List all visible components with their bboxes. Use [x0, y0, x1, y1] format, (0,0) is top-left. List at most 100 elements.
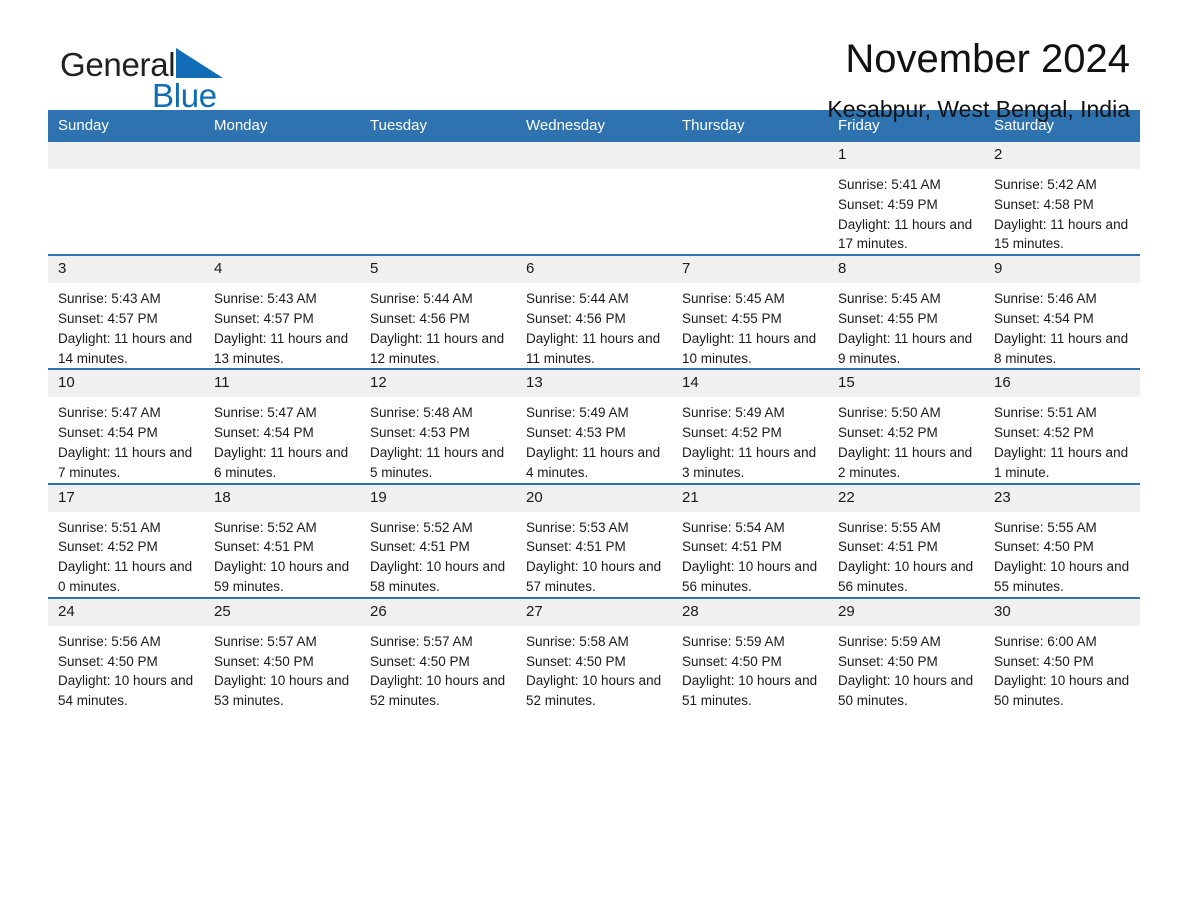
sunset-text: Sunset: 4:54 PM — [58, 425, 158, 441]
calendar-empty-cell — [360, 142, 516, 255]
general-blue-logo[interactable]: General Blue — [60, 48, 320, 126]
day-cell-inner: 10 Sunrise: 5:47 AM Sunset: 4:54 PM Dayligh… — [48, 370, 204, 483]
calendar-day-cell[interactable]: 16 Sunrise: 5:51 AM Sunset: 4:52 PM Dayligh… — [984, 368, 1140, 484]
day-cell-inner: 13 Sunrise: 5:49 AM Sunset: 4:53 PM Dayligh… — [516, 370, 672, 483]
sunset-text: Sunset: 4:55 PM — [838, 310, 938, 326]
day-number: 19 — [360, 484, 516, 512]
calendar-day-cell[interactable]: 17 Sunrise: 5:51 AM Sunset: 4:52 PM Dayligh… — [48, 482, 204, 598]
calendar-day-cell[interactable]: 28 Sunrise: 5:59 AM Sunset: 4:50 PM Dayligh… — [672, 596, 828, 711]
daylight-text: Daylight: 11 hours and 2 minutes. — [838, 444, 973, 480]
day-number — [516, 142, 672, 169]
day-details: Sunrise: 5:43 AM Sunset: 4:57 PM Daylight:… — [48, 283, 204, 368]
calendar-day-cell[interactable]: 4 Sunrise: 5:43 AM Sunset: 4:57 PM Daylight… — [204, 254, 360, 370]
calendar-day-cell[interactable]: 10 Sunrise: 5:47 AM Sunset: 4:54 PM Dayligh… — [48, 368, 204, 484]
calendar-empty-cell — [672, 142, 828, 255]
calendar-day-cell[interactable]: 6 Sunrise: 5:44 AM Sunset: 4:56 PM Daylight… — [516, 254, 672, 370]
calendar-day-cell[interactable]: 21 Sunrise: 5:54 AM Sunset: 4:51 PM Dayligh… — [672, 482, 828, 598]
day-cell-inner: 21 Sunrise: 5:54 AM Sunset: 4:51 PM Dayligh… — [672, 484, 828, 597]
day-cell-inner: 14 Sunrise: 5:49 AM Sunset: 4:52 PM Dayligh… — [672, 370, 828, 483]
sunrise-text: Sunrise: 5:49 AM — [526, 405, 629, 421]
day-number: 5 — [360, 256, 516, 284]
day-cell-inner: 3 Sunrise: 5:43 AM Sunset: 4:57 PM Daylight… — [48, 256, 204, 369]
calendar-day-cell[interactable]: 11 Sunrise: 5:47 AM Sunset: 4:54 PM Dayligh… — [204, 368, 360, 484]
day-cell-inner: 16 Sunrise: 5:51 AM Sunset: 4:52 PM Dayligh… — [984, 370, 1140, 483]
sunrise-text: Sunrise: 5:44 AM — [370, 291, 473, 307]
sunset-text: Sunset: 4:50 PM — [58, 653, 158, 669]
calendar-week-row: 1 Sunrise: 5:41 AM Sunset: 4:59 PM Daylight… — [48, 142, 1140, 255]
daylight-text: Daylight: 11 hours and 12 minutes. — [370, 330, 505, 366]
day-cell-inner: 28 Sunrise: 5:59 AM Sunset: 4:50 PM Dayligh… — [672, 598, 828, 711]
calendar-day-cell[interactable]: 14 Sunrise: 5:49 AM Sunset: 4:52 PM Dayligh… — [672, 368, 828, 484]
day-details: Sunrise: 5:47 AM Sunset: 4:54 PM Daylight:… — [48, 397, 204, 482]
sunset-text: Sunset: 4:51 PM — [838, 539, 938, 555]
page-subtitle: Kesabpur, West Bengal, India — [827, 96, 1130, 122]
day-cell-inner: 27 Sunrise: 5:58 AM Sunset: 4:50 PM Dayligh… — [516, 598, 672, 711]
day-number — [204, 142, 360, 169]
day-number: 26 — [360, 598, 516, 626]
daylight-text: Daylight: 11 hours and 8 minutes. — [994, 330, 1129, 366]
sunrise-text: Sunrise: 5:49 AM — [682, 405, 785, 421]
day-cell-inner: 26 Sunrise: 5:57 AM Sunset: 4:50 PM Dayligh… — [360, 598, 516, 711]
day-cell-inner: 1 Sunrise: 5:41 AM Sunset: 4:59 PM Daylight… — [828, 142, 984, 255]
daylight-text: Daylight: 10 hours and 56 minutes. — [682, 559, 818, 594]
calendar-day-cell[interactable]: 9 Sunrise: 5:46 AM Sunset: 4:54 PM Daylight… — [984, 254, 1140, 370]
sunrise-text: Sunrise: 5:53 AM — [526, 519, 629, 535]
day-details: Sunrise: 5:49 AM Sunset: 4:53 PM Daylight:… — [516, 397, 672, 482]
calendar-day-cell[interactable]: 27 Sunrise: 5:58 AM Sunset: 4:50 PM Dayligh… — [516, 596, 672, 711]
sunset-text: Sunset: 4:50 PM — [838, 653, 938, 669]
calendar-day-cell[interactable]: 3 Sunrise: 5:43 AM Sunset: 4:57 PM Daylight… — [48, 254, 204, 370]
day-cell-inner: 29 Sunrise: 5:59 AM Sunset: 4:50 PM Dayligh… — [828, 598, 984, 711]
day-details: Sunrise: 5:52 AM Sunset: 4:51 PM Daylight:… — [204, 512, 360, 597]
day-number: 14 — [672, 370, 828, 398]
calendar-day-cell[interactable]: 5 Sunrise: 5:44 AM Sunset: 4:56 PM Daylight… — [360, 254, 516, 370]
calendar-day-cell[interactable]: 23 Sunrise: 5:55 AM Sunset: 4:50 PM Dayligh… — [984, 482, 1140, 598]
sunrise-text: Sunrise: 5:47 AM — [214, 405, 317, 421]
day-details: Sunrise: 5:51 AM Sunset: 4:52 PM Daylight:… — [984, 397, 1140, 482]
day-number: 3 — [48, 256, 204, 284]
sunrise-text: Sunrise: 5:45 AM — [682, 291, 785, 307]
day-details: Sunrise: 5:45 AM Sunset: 4:55 PM Daylight:… — [828, 283, 984, 368]
day-cell-inner: 19 Sunrise: 5:52 AM Sunset: 4:51 PM Dayligh… — [360, 484, 516, 597]
calendar-day-cell[interactable]: 15 Sunrise: 5:50 AM Sunset: 4:52 PM Dayligh… — [828, 368, 984, 484]
calendar-day-cell[interactable]: 1 Sunrise: 5:41 AM Sunset: 4:59 PM Daylight… — [828, 142, 984, 255]
day-details: Sunrise: 5:44 AM Sunset: 4:56 PM Daylight:… — [360, 283, 516, 368]
day-number: 30 — [984, 598, 1140, 626]
day-number: 22 — [828, 484, 984, 512]
sunset-text: Sunset: 4:57 PM — [58, 310, 158, 326]
daylight-text: Daylight: 10 hours and 58 minutes. — [370, 559, 506, 594]
day-cell-inner: 23 Sunrise: 5:55 AM Sunset: 4:50 PM Dayligh… — [984, 484, 1140, 597]
sunrise-text: Sunrise: 5:44 AM — [526, 291, 629, 307]
sunset-text: Sunset: 4:50 PM — [682, 653, 782, 669]
page-title: November 2024 — [845, 37, 1130, 81]
daylight-text: Daylight: 11 hours and 17 minutes. — [838, 216, 973, 252]
calendar-empty-cell — [516, 142, 672, 255]
calendar-day-cell[interactable]: 18 Sunrise: 5:52 AM Sunset: 4:51 PM Dayligh… — [204, 482, 360, 598]
day-cell-inner — [48, 142, 204, 255]
calendar-day-cell[interactable]: 26 Sunrise: 5:57 AM Sunset: 4:50 PM Dayligh… — [360, 596, 516, 711]
daylight-text: Daylight: 10 hours and 52 minutes. — [370, 673, 506, 709]
weekday-header-tuesday: Tuesday — [360, 110, 516, 142]
calendar-day-cell[interactable]: 8 Sunrise: 5:45 AM Sunset: 4:55 PM Daylight… — [828, 254, 984, 370]
day-number — [672, 142, 828, 169]
calendar-day-cell[interactable]: 20 Sunrise: 5:53 AM Sunset: 4:51 PM Dayligh… — [516, 482, 672, 598]
calendar-day-cell[interactable]: 30 Sunrise: 6:00 AM Sunset: 4:50 PM Dayligh… — [984, 596, 1140, 711]
weekday-header-thursday: Thursday — [672, 110, 828, 142]
daylight-text: Daylight: 11 hours and 7 minutes. — [58, 444, 193, 480]
day-cell-inner: 25 Sunrise: 5:57 AM Sunset: 4:50 PM Dayligh… — [204, 598, 360, 711]
calendar-day-cell[interactable]: 2 Sunrise: 5:42 AM Sunset: 4:58 PM Daylight… — [984, 142, 1140, 255]
calendar-day-cell[interactable]: 29 Sunrise: 5:59 AM Sunset: 4:50 PM Dayligh… — [828, 596, 984, 711]
daylight-text: Daylight: 11 hours and 15 minutes. — [994, 216, 1129, 252]
calendar-day-cell[interactable]: 19 Sunrise: 5:52 AM Sunset: 4:51 PM Dayligh… — [360, 482, 516, 598]
calendar-day-cell[interactable]: 25 Sunrise: 5:57 AM Sunset: 4:50 PM Dayligh… — [204, 596, 360, 711]
sunset-text: Sunset: 4:50 PM — [214, 653, 314, 669]
day-cell-inner: 2 Sunrise: 5:42 AM Sunset: 4:58 PM Daylight… — [984, 142, 1140, 255]
day-details: Sunrise: 6:00 AM Sunset: 4:50 PM Daylight:… — [984, 626, 1140, 711]
calendar-day-cell[interactable]: 12 Sunrise: 5:48 AM Sunset: 4:53 PM Dayligh… — [360, 368, 516, 484]
calendar-day-cell[interactable]: 22 Sunrise: 5:55 AM Sunset: 4:51 PM Dayligh… — [828, 482, 984, 598]
logo-text-blue: Blue — [152, 77, 217, 114]
calendar-day-cell[interactable]: 7 Sunrise: 5:45 AM Sunset: 4:55 PM Daylight… — [672, 254, 828, 370]
calendar-day-cell[interactable]: 24 Sunrise: 5:56 AM Sunset: 4:50 PM Dayligh… — [48, 596, 204, 711]
calendar-day-cell[interactable]: 13 Sunrise: 5:49 AM Sunset: 4:53 PM Dayligh… — [516, 368, 672, 484]
day-details: Sunrise: 5:55 AM Sunset: 4:50 PM Daylight:… — [984, 512, 1140, 597]
day-details: Sunrise: 5:41 AM Sunset: 4:59 PM Daylight:… — [828, 169, 984, 254]
